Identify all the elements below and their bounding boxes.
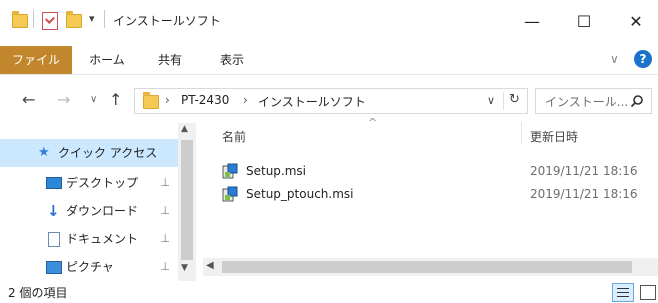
star-icon: ★: [38, 145, 50, 160]
sidebar-item-label: ドキュメント: [66, 232, 139, 246]
ribbon-expand-icon[interactable]: ∨: [610, 52, 619, 66]
new-folder-icon[interactable]: [66, 11, 82, 28]
breadcrumb-item[interactable]: PT-2430: [181, 93, 229, 107]
separator: [104, 10, 105, 28]
separator: [503, 92, 504, 110]
breadcrumb-item[interactable]: インストールソフト: [258, 93, 366, 110]
tab-share[interactable]: 共有: [150, 46, 190, 74]
column-header-date[interactable]: 更新日時: [530, 128, 578, 145]
close-button[interactable]: ✕: [616, 6, 656, 36]
maximize-button[interactable]: ☐: [564, 6, 604, 36]
msi-installer-icon: [222, 163, 238, 179]
file-date: 2019/11/21 18:16: [530, 187, 638, 201]
large-icons-view-icon[interactable]: [640, 285, 656, 300]
help-icon[interactable]: ?: [634, 50, 652, 68]
quick-access-dropdown-icon[interactable]: ▾: [89, 12, 95, 25]
content-scroll-thumb[interactable]: [222, 261, 632, 273]
sidebar-item-label: ピクチャ: [66, 260, 114, 274]
file-name: Setup_ptouch.msi: [246, 187, 354, 201]
tab-home[interactable]: ホーム: [82, 46, 132, 74]
search-input[interactable]: インストール...: [535, 88, 652, 114]
forward-button[interactable]: →: [57, 90, 70, 109]
sidebar-item-label: クイック アクセス: [58, 146, 158, 160]
folder-icon: [143, 92, 159, 109]
details-view-icon[interactable]: [612, 283, 634, 302]
file-row[interactable]: Setup_ptouch.msi 2019/11/21 18:16: [222, 183, 642, 205]
column-header-name[interactable]: 名前: [222, 128, 246, 145]
sort-indicator-icon: ^: [368, 116, 378, 129]
title-bar: ▾ インストールソフト — ☐ ✕: [0, 0, 658, 46]
tab-view[interactable]: 表示: [212, 46, 252, 74]
sidebar-item-documents[interactable]: ドキュメント ⊥: [0, 225, 178, 253]
tab-file[interactable]: ファイル: [0, 46, 72, 74]
ribbon-tabs: ファイル ホーム 共有 表示 ∨ ?: [0, 46, 658, 75]
properties-icon[interactable]: [42, 12, 58, 30]
item-count: 2 個の項目: [8, 286, 68, 300]
breadcrumb-separator: ›: [243, 93, 248, 107]
file-name: Setup.msi: [246, 164, 307, 178]
up-button[interactable]: ↑: [109, 90, 122, 109]
pin-icon[interactable]: ⊥: [160, 197, 170, 225]
sidebar-item-label: ダウンロード: [66, 204, 139, 218]
status-bar: 2 個の項目: [0, 281, 658, 303]
separator: [33, 10, 34, 28]
breadcrumb-separator: ›: [165, 93, 170, 107]
back-button[interactable]: ←: [22, 90, 35, 109]
pin-icon[interactable]: ⊥: [160, 225, 170, 253]
file-date: 2019/11/21 18:16: [530, 164, 638, 178]
search-placeholder: インストール...: [545, 95, 629, 109]
column-divider[interactable]: [521, 122, 522, 144]
address-bar[interactable]: › PT-2430 › インストールソフト ∨ ↻: [134, 88, 528, 114]
scroll-down-icon[interactable]: ▼: [181, 263, 188, 273]
recent-locations-button[interactable]: ∨: [90, 94, 97, 105]
folder-icon: [12, 11, 28, 28]
search-icon[interactable]: [630, 94, 644, 108]
window-title: インストールソフト: [113, 14, 221, 28]
navigation-pane: ★ クイック アクセス デスクトップ ⊥ ↓ ダウンロード ⊥ ドキュメント ⊥…: [0, 123, 196, 283]
desktop-icon: [46, 177, 62, 189]
sidebar-item-quick-access[interactable]: ★ クイック アクセス: [0, 139, 178, 167]
pin-icon[interactable]: ⊥: [160, 253, 170, 281]
download-icon: ↓: [47, 202, 60, 220]
msi-installer-icon: [222, 186, 238, 202]
sidebar-scroll-thumb[interactable]: [181, 140, 193, 260]
sidebar-item-desktop[interactable]: デスクトップ ⊥: [0, 169, 178, 197]
pictures-icon: [46, 261, 62, 274]
sidebar-item-pictures[interactable]: ピクチャ ⊥: [0, 253, 178, 281]
file-row[interactable]: Setup.msi 2019/11/21 18:16: [222, 160, 642, 182]
scroll-left-icon[interactable]: ◀: [206, 260, 214, 271]
sidebar-item-label: デスクトップ: [66, 176, 139, 190]
refresh-icon[interactable]: ↻: [509, 92, 520, 107]
scroll-up-icon[interactable]: ▲: [181, 124, 188, 134]
document-icon: [48, 232, 60, 247]
minimize-button[interactable]: —: [512, 6, 552, 36]
address-dropdown-icon[interactable]: ∨: [487, 94, 495, 107]
sidebar-item-downloads[interactable]: ↓ ダウンロード ⊥: [0, 197, 178, 225]
pin-icon[interactable]: ⊥: [160, 169, 170, 197]
